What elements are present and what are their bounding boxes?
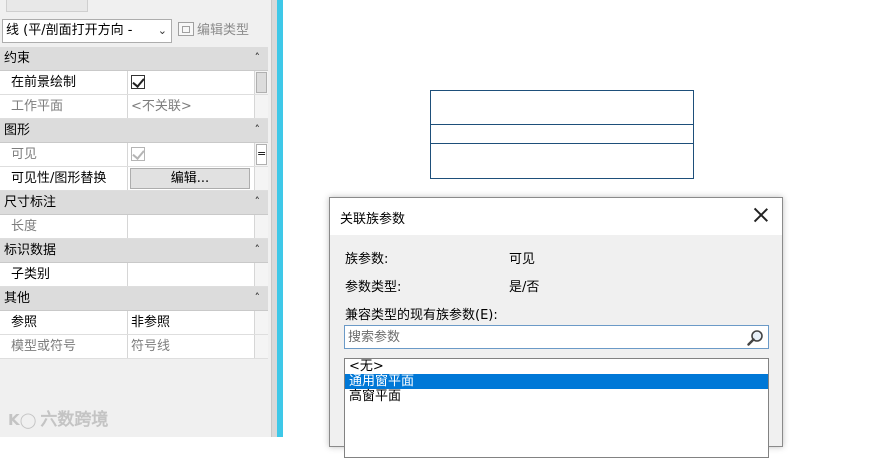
property-label: 可见 [0, 143, 128, 166]
property-label: 可见性/图形替换 [0, 167, 128, 190]
property-row[interactable]: 模型或符号 符号线 [0, 335, 268, 359]
window-line-inner[interactable] [431, 124, 693, 125]
property-label: 工作平面 [0, 95, 128, 118]
property-label: 参照 [0, 311, 128, 334]
category-header[interactable]: 尺寸标注 ˄ [0, 191, 268, 215]
type-selector-dropdown[interactable]: 线 (平/剖面打开方向 - ⌄ [2, 19, 172, 43]
associate-param-cell[interactable] [254, 263, 268, 286]
associate-param-cell[interactable] [254, 71, 268, 94]
edit-type-button[interactable]: 编辑类型 [178, 21, 249, 43]
property-value[interactable]: 编辑... [128, 167, 254, 190]
property-row[interactable]: 工作平面 <不关联> [0, 95, 268, 119]
property-value: <不关联> [128, 95, 254, 118]
scrollbar-thumb[interactable] [256, 72, 267, 93]
edit-type-label: 编辑类型 [197, 23, 250, 38]
collapse-icon[interactable]: ˄ [255, 118, 261, 141]
property-row[interactable]: 参照 非参照 [0, 311, 268, 335]
param-type-value: 是/否 [509, 280, 540, 295]
param-type-row: 参数类型: 是/否 [345, 276, 539, 295]
close-icon[interactable] [752, 206, 770, 224]
category-header[interactable]: 其他 ˄ [0, 287, 268, 311]
property-value-text: 符号线 [131, 339, 171, 354]
property-label: 模型或符号 [0, 335, 128, 358]
collapse-icon[interactable]: ˄ [255, 190, 261, 213]
property-value[interactable] [128, 263, 254, 286]
checkbox-checked[interactable] [131, 75, 145, 89]
associate-param-cell[interactable] [254, 167, 268, 190]
associate-param-button[interactable]: = [256, 144, 267, 165]
category-header[interactable]: 约束 ˄ [0, 47, 268, 71]
category-header[interactable]: 标识数据 ˄ [0, 239, 268, 263]
dialog-title-bar: 关联族参数 [330, 198, 782, 235]
family-param-value: 可见 [509, 252, 536, 267]
list-item[interactable]: 通用窗平面 [345, 374, 768, 389]
search-input[interactable] [345, 326, 725, 348]
property-row[interactable]: 长度 [0, 215, 268, 239]
collapse-icon[interactable]: ˄ [255, 238, 261, 261]
associate-param-cell[interactable] [254, 311, 268, 334]
edit-type-icon [178, 22, 194, 36]
list-item[interactable]: <无> [345, 359, 768, 374]
property-row[interactable]: 可见性/图形替换 编辑... [0, 167, 268, 191]
family-param-row: 族参数: 可见 [345, 248, 535, 267]
property-row[interactable]: 可见 = [0, 143, 268, 167]
associate-param-cell[interactable] [254, 215, 268, 238]
property-label: 子类别 [0, 263, 128, 286]
panel-tab-stub[interactable] [6, 0, 88, 12]
watermark-logo-icon: K◯ [8, 411, 37, 429]
category-header[interactable]: 图形 ˄ [0, 119, 268, 143]
properties-panel: 线 (平/剖面打开方向 - ⌄ 编辑类型 约束 ˄ 在前景绘制 工作平面 <不关联> 图形… [0, 0, 272, 437]
search-icon[interactable] [747, 329, 764, 346]
type-selector-value: 线 (平/剖面打开方向 - [6, 23, 133, 38]
collapse-icon[interactable]: ˄ [255, 286, 261, 309]
category-label: 图形 [4, 123, 31, 138]
property-value[interactable]: 非参照 [128, 311, 254, 334]
associate-param-cell[interactable] [254, 335, 268, 358]
category-label: 标识数据 [4, 243, 57, 258]
search-box [344, 325, 769, 349]
list-item[interactable]: 高窗平面 [345, 389, 768, 404]
associate-family-parameter-dialog: 关联族参数 族参数: 可见 参数类型: 是/否 兼容类型的现有族参数(E): <无>… [329, 197, 783, 458]
property-label: 长度 [0, 215, 128, 238]
property-label: 在前景绘制 [0, 71, 128, 94]
property-value: 符号线 [128, 335, 254, 358]
family-param-label: 族参数: [345, 252, 389, 267]
category-label: 其他 [4, 291, 31, 306]
property-value-text: 非参照 [131, 315, 171, 330]
visibility-edit-button[interactable]: 编辑... [130, 168, 250, 189]
associate-param-cell[interactable] [254, 95, 268, 118]
watermark-text: 六数跨境 [40, 410, 109, 430]
properties-grid: 约束 ˄ 在前景绘制 工作平面 <不关联> 图形 ˄ 可见 = 可见性/图形替换 编辑... 尺寸标注… [0, 47, 268, 359]
chevron-down-icon: ⌄ [157, 24, 167, 37]
property-row[interactable]: 在前景绘制 [0, 71, 268, 95]
associate-param-cell[interactable]: = [254, 143, 268, 166]
param-type-label: 参数类型: [345, 280, 402, 295]
property-value [128, 215, 254, 238]
compatible-params-label: 兼容类型的现有族参数(E): [345, 308, 498, 323]
collapse-icon[interactable]: ˄ [255, 46, 261, 69]
property-value[interactable] [128, 71, 254, 94]
type-selector-row: 线 (平/剖面打开方向 - ⌄ 编辑类型 [0, 17, 272, 45]
checkbox-checked [131, 147, 145, 161]
category-label: 尺寸标注 [4, 195, 57, 210]
category-label: 约束 [4, 51, 31, 66]
parameter-list[interactable]: <无> 通用窗平面 高窗平面 [344, 358, 769, 458]
property-row[interactable]: 子类别 [0, 263, 268, 287]
watermark: K◯ 六数跨境 [8, 405, 108, 430]
window-plan-symbol[interactable] [430, 90, 694, 179]
property-value-text: <不关联> [131, 99, 192, 114]
property-value [128, 143, 254, 166]
window-line-outer[interactable] [431, 143, 693, 144]
dialog-title: 关联族参数 [340, 212, 406, 227]
